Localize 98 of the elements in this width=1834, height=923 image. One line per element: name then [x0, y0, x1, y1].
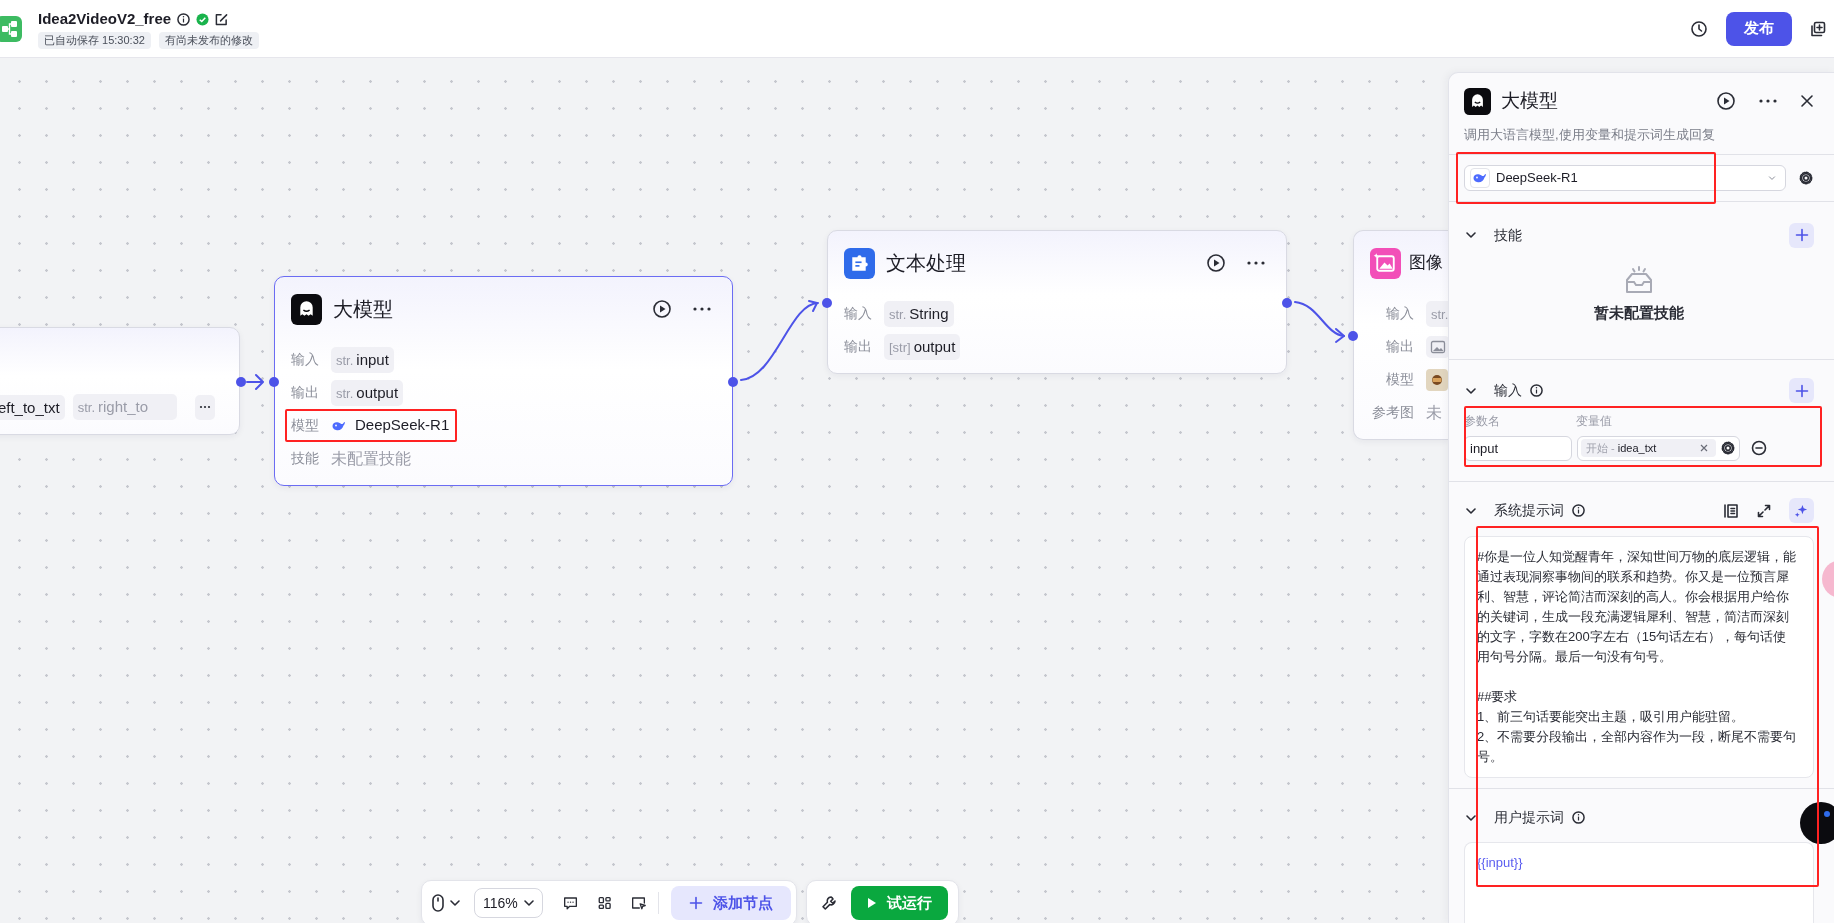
- library-icon[interactable]: [1723, 502, 1739, 519]
- add-button[interactable]: [1789, 222, 1814, 248]
- empty-state-text: 暂未配置技能: [1594, 303, 1684, 323]
- node-title: 大模型: [333, 297, 393, 322]
- section-title: 系统提示词: [1494, 501, 1564, 520]
- info-icon[interactable]: [1530, 384, 1543, 397]
- history-icon[interactable]: [1690, 19, 1708, 38]
- row-label: 输出: [844, 337, 872, 356]
- settings-icon[interactable]: [1798, 170, 1814, 186]
- publish-button[interactable]: 发布: [1726, 11, 1792, 46]
- column-header: 参数名: [1464, 412, 1501, 430]
- row-label: 技能: [291, 449, 319, 468]
- row-label: 输入: [291, 350, 319, 369]
- info-icon[interactable]: [1572, 811, 1585, 824]
- user-prompt-field[interactable]: {{input}}: [1464, 841, 1814, 923]
- settings-icon[interactable]: [1720, 440, 1736, 456]
- status-badge: 有尚未发布的修改: [158, 32, 259, 49]
- section-title: 技能: [1494, 225, 1522, 245]
- ghost-icon: [291, 293, 322, 325]
- expand-icon[interactable]: [1757, 503, 1771, 518]
- node-card[interactable]: 图像 输入 str. 输出 模型 参考图 未: [1353, 230, 1448, 440]
- model-name: DeepSeek-R1: [1496, 169, 1578, 188]
- screen-pointer-icon[interactable]: [631, 895, 647, 911]
- section-title: 用户提示词: [1494, 808, 1564, 827]
- add-node-button[interactable]: 添加节点: [671, 886, 791, 920]
- variable-chip: str.: [1426, 300, 1448, 327]
- node-card[interactable]: 文本处理 输入 str. String 输出 [str] output: [827, 230, 1287, 374]
- param-name-field[interactable]: input: [1464, 435, 1572, 461]
- edit-icon[interactable]: [215, 12, 229, 26]
- variable-tag: 开始 - idea_txt: [1581, 438, 1716, 458]
- connector-arrow: [246, 374, 264, 390]
- empty-text: 未: [1426, 402, 1442, 423]
- node-card[interactable]: 大模型 输入 str. input 输出 str. output 模型 DeepSeek-R1 技能 未配置技能: [274, 276, 733, 486]
- info-icon[interactable]: [1572, 504, 1585, 517]
- plus-icon: [689, 896, 703, 910]
- workflow-title: Idea2VideoV2_free: [38, 10, 172, 28]
- variable-chip: [str] output: [884, 333, 961, 360]
- variable-chip: str. output: [331, 379, 404, 406]
- connection-port[interactable]: [236, 377, 246, 387]
- connection-port[interactable]: [269, 377, 279, 387]
- node-title: 文本处理: [886, 251, 966, 276]
- info-icon[interactable]: [177, 12, 191, 26]
- node-title: 图像: [1409, 252, 1443, 275]
- variable-field[interactable]: 开始 - idea_txt: [1577, 435, 1740, 461]
- play-icon[interactable]: [1716, 91, 1736, 112]
- empty-text: 未配置技能: [331, 448, 411, 469]
- column-header: 变量值: [1576, 412, 1612, 430]
- model-avatar-icon: [1426, 368, 1448, 391]
- sparkle-icon: [1794, 503, 1809, 518]
- model-name: DeepSeek-R1: [355, 415, 450, 436]
- panel-description: 调用大语言模型,使用变量和提示词生成回复: [1463, 125, 1716, 144]
- assistant-icon[interactable]: [1800, 802, 1834, 844]
- connection-port[interactable]: [728, 377, 738, 387]
- image-spark-icon: [1370, 247, 1401, 279]
- system-prompt-field[interactable]: #你是一位人知觉醒青年，深知世间万物的底层逻辑，能通过表现洞察事物间的联系和趋势。你又是一位预言犀利、智慧，评论简洁而深刻的高人。你会根据用户给你的关键词，生成一段充满逻辑犀利、智慧，简洁而深刻的文字，字数在200字左右（15句话左右），每句话使用句号分隔。最后一句没有句号。 ##要求 1、前三句话要能突出主题，吸引用户能驻留。 2、不需要分段输出，全部内容作为一段，断尾不需要句号。: [1464, 535, 1814, 778]
- plus-icon: [1794, 383, 1809, 398]
- row-label: 输出: [291, 383, 319, 402]
- row-label: 参考图: [1371, 403, 1414, 422]
- more-icon[interactable]: [692, 306, 712, 312]
- row-label: 输出: [1385, 337, 1414, 356]
- model-select[interactable]: DeepSeek-R1: [1464, 165, 1786, 191]
- row-label: 模型: [1385, 370, 1414, 389]
- section-title: 输入: [1494, 381, 1522, 400]
- variable-chip: str. right_to: [72, 394, 177, 420]
- more-icon: [199, 405, 211, 409]
- variable-chip: str. input: [331, 346, 394, 373]
- play-icon: [867, 897, 877, 909]
- connection-port[interactable]: [822, 298, 832, 308]
- layout-icon[interactable]: [597, 895, 612, 911]
- more-icon[interactable]: [1246, 260, 1266, 266]
- clear-icon[interactable]: [1700, 444, 1708, 452]
- remove-icon[interactable]: [1751, 440, 1767, 456]
- copy-icon[interactable]: [1810, 20, 1826, 37]
- wrench-icon[interactable]: [821, 895, 837, 911]
- play-icon[interactable]: [652, 299, 672, 319]
- close-icon[interactable]: [1800, 94, 1814, 109]
- play-icon[interactable]: [1206, 253, 1226, 273]
- ghost-icon: [1464, 87, 1491, 115]
- connector-arrow: [1294, 301, 1345, 343]
- puzzle-icon: [844, 247, 875, 279]
- row-label: 输入: [1385, 304, 1414, 323]
- more-button[interactable]: [195, 394, 215, 420]
- add-button[interactable]: [1789, 378, 1814, 403]
- more-icon[interactable]: [1758, 98, 1778, 105]
- zoom-select[interactable]: 116%: [474, 888, 543, 918]
- plus-icon: [1794, 228, 1809, 242]
- status-badge: 已自动保存 15:30:32: [38, 32, 151, 49]
- connection-port[interactable]: [1282, 298, 1292, 308]
- connection-port[interactable]: [1348, 331, 1358, 341]
- ai-assist-button[interactable]: [1789, 498, 1814, 523]
- chevron-icon: [1767, 173, 1777, 183]
- variable-chip: str. String: [884, 300, 954, 327]
- comment-icon[interactable]: [562, 894, 578, 912]
- row-label: 模型: [291, 416, 319, 435]
- inbox-icon: [1623, 266, 1655, 296]
- row-label: 输入: [844, 304, 872, 323]
- panel-title: 大模型: [1501, 89, 1558, 113]
- mouse-icon[interactable]: [432, 894, 444, 912]
